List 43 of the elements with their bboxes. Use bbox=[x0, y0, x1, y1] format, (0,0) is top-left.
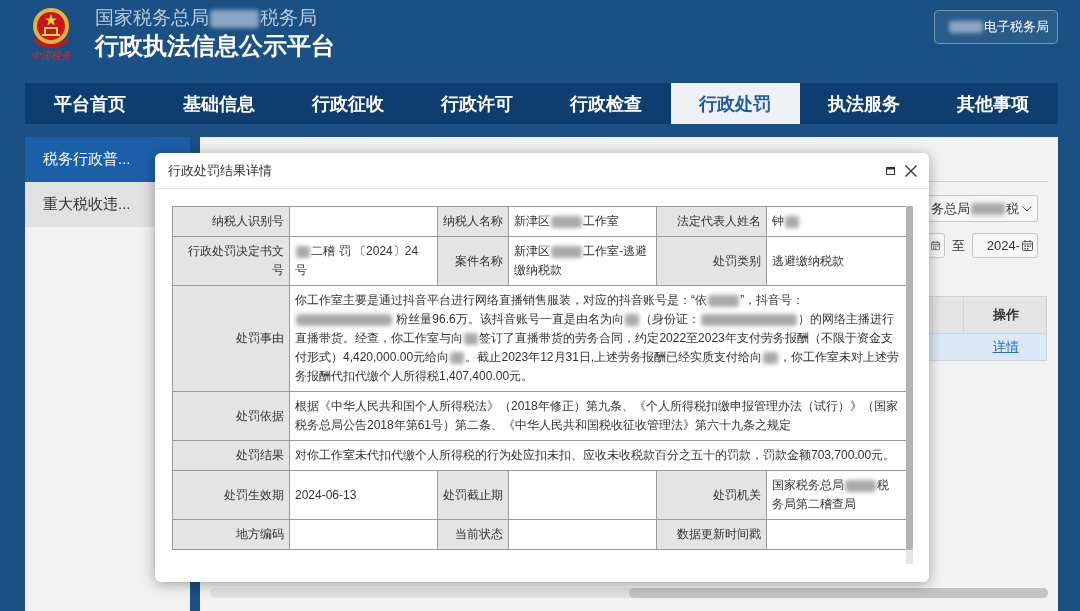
field-label: 纳税人名称 bbox=[438, 207, 509, 237]
field-label: 处罚机关 bbox=[657, 471, 767, 520]
site-title: 行政执法信息公示平台 bbox=[95, 31, 335, 61]
field-label: 纳税人识别号 bbox=[173, 207, 290, 237]
field-label: 处罚类别 bbox=[657, 237, 767, 286]
nav-tab[interactable]: 基础信息 bbox=[154, 83, 284, 124]
table-row[interactable]: 详情 bbox=[926, 334, 1047, 361]
field-value: 新津区 工作室-逃避缴纳税款 bbox=[509, 237, 657, 286]
maximize-icon[interactable] bbox=[886, 166, 895, 175]
details-link[interactable]: 详情 bbox=[992, 338, 1019, 356]
nav-tab[interactable]: 行政征收 bbox=[283, 83, 413, 124]
site-subtitle: 国家税务总局 税务局 bbox=[95, 6, 318, 30]
field-label: 处罚截止期 bbox=[438, 471, 509, 520]
date-separator: 至 bbox=[952, 236, 965, 255]
field-label: 处罚生效期 bbox=[173, 471, 290, 520]
field-label: 处罚事由 bbox=[173, 286, 290, 392]
field-label: 当前状态 bbox=[438, 520, 509, 550]
field-value: 二稽 罚 〔2024〕24 号 bbox=[290, 237, 438, 286]
portal-button[interactable]: 电子税务局 bbox=[934, 10, 1058, 44]
field-label: 数据更新时间戳 bbox=[657, 520, 767, 550]
column-header: 操作 bbox=[963, 297, 1048, 333]
nav-tab[interactable]: 平台首页 bbox=[25, 83, 155, 124]
calendar-icon bbox=[931, 240, 940, 251]
scrollbar-thumb[interactable] bbox=[629, 588, 1048, 598]
chevron-down-icon bbox=[1022, 205, 1032, 212]
close-icon[interactable] bbox=[905, 164, 917, 177]
field-label: 案件名称 bbox=[438, 237, 509, 286]
field-label: 地方编码 bbox=[173, 520, 290, 550]
field-label: 行政处罚决定书文号 bbox=[173, 237, 290, 286]
date-field[interactable]: 2024- bbox=[972, 233, 1038, 258]
authority-select[interactable]: 务总局 税 bbox=[926, 195, 1038, 222]
field-value: 新津区 工作室 bbox=[509, 207, 657, 237]
calendar-icon bbox=[1022, 240, 1033, 251]
field-label: 处罚依据 bbox=[173, 392, 290, 441]
nav-tab[interactable]: 行政检查 bbox=[541, 83, 671, 124]
field-label: 法定代表人姓名 bbox=[657, 207, 767, 237]
nav-tab[interactable]: 行政许可 bbox=[412, 83, 542, 124]
nav-tab[interactable]: 执法服务 bbox=[799, 83, 929, 124]
nav-tab[interactable]: 其他事项 bbox=[928, 83, 1058, 124]
nav-tab[interactable]: 行政处罚 bbox=[670, 83, 800, 124]
logo-caption: 中国税务 bbox=[31, 50, 71, 62]
field-value: 2024-06-13 bbox=[290, 471, 438, 520]
field-label: 处罚结果 bbox=[173, 441, 290, 471]
